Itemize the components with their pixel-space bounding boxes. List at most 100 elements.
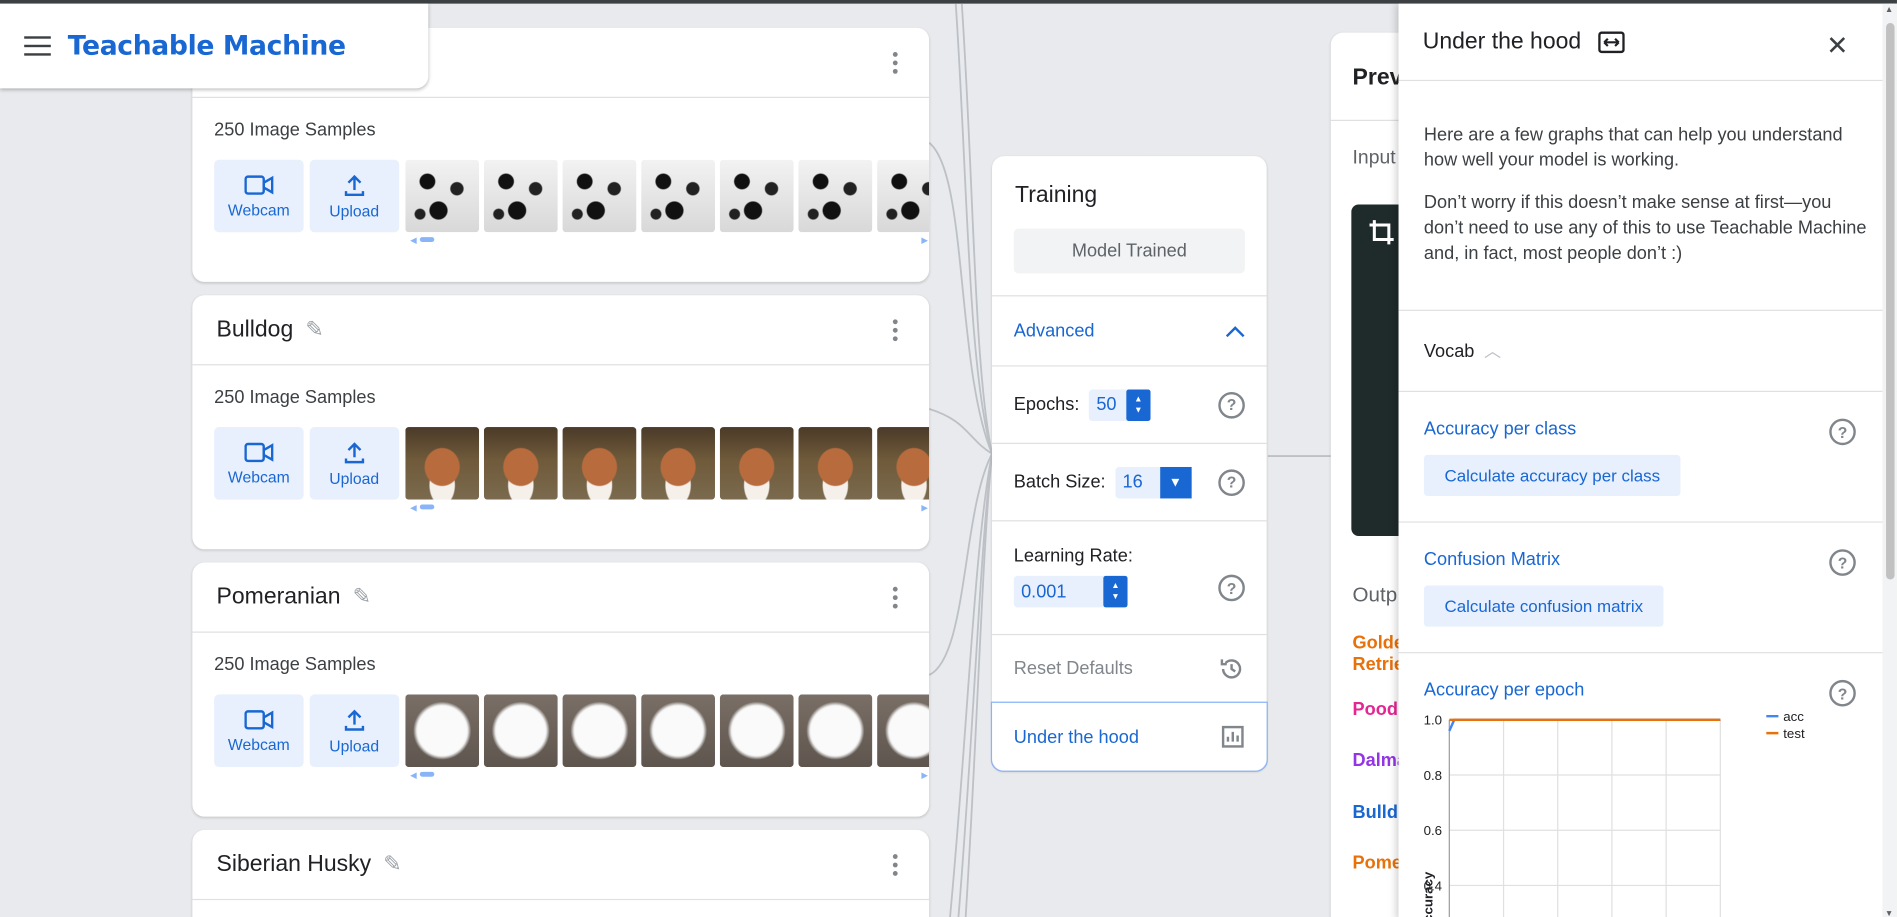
upload-icon: [344, 709, 364, 731]
sample-thumbnail[interactable]: [640, 159, 715, 233]
intro-text: Don’t worry if this doesn’t make sense a…: [1423, 192, 1867, 264]
stepper-arrows-icon[interactable]: ▲ ▼: [1103, 575, 1128, 608]
section-title: Accuracy per epoch: [1423, 679, 1585, 701]
help-icon[interactable]: ?: [1829, 418, 1856, 446]
calculate-confusion-button[interactable]: Calculate confusion matrix: [1423, 585, 1664, 627]
class-card: Pomeranian ✎ 250 Image Samples Webcam Up…: [192, 562, 930, 817]
sample-thumbnails: [404, 159, 930, 233]
calculate-accuracy-button[interactable]: Calculate accuracy per class: [1423, 454, 1681, 497]
sample-thumbnail[interactable]: [562, 427, 637, 500]
batch-size-select[interactable]: 16 ▼: [1115, 466, 1192, 498]
sample-thumbnail[interactable]: [798, 159, 872, 233]
history-icon: [1220, 658, 1242, 678]
accuracy-chart: 1.00.80.60.4Accuracyacctest: [1420, 709, 1805, 917]
webcam-button[interactable]: Webcam: [214, 427, 304, 500]
sample-thumbnail[interactable]: [640, 427, 715, 500]
learning-rate-value[interactable]: 0.001: [1014, 581, 1076, 602]
panel-scrollbar[interactable]: ▲ ▼: [1882, 3, 1897, 917]
webcam-button[interactable]: Webcam: [214, 694, 304, 768]
edit-pencil-icon[interactable]: ✎: [353, 584, 371, 609]
sample-thumbnail[interactable]: [719, 427, 794, 500]
sample-thumbnail[interactable]: [404, 694, 479, 768]
bar-chart-icon: [1221, 725, 1244, 748]
y-axis-label: Accuracy: [1420, 871, 1435, 917]
class-name[interactable]: Bulldog: [217, 316, 294, 343]
sample-thumbnail[interactable]: [876, 159, 930, 233]
close-icon[interactable]: ✕: [1826, 30, 1848, 61]
upload-button[interactable]: Upload: [309, 159, 399, 233]
expand-panel-icon[interactable]: [1598, 30, 1625, 53]
sample-thumbnail[interactable]: [640, 694, 715, 768]
sample-thumbnail[interactable]: [719, 694, 794, 768]
section-title: Accuracy per class: [1423, 418, 1577, 440]
sample-thumbnail[interactable]: [562, 694, 637, 768]
learning-rate-label: Learning Rate:: [1013, 545, 1133, 567]
help-icon[interactable]: ?: [1218, 468, 1245, 496]
sample-thumbnail[interactable]: [483, 427, 558, 500]
series-line-acc: [1448, 718, 1721, 732]
thumbnail-scrollbar[interactable]: ◀ ▶: [410, 771, 929, 780]
sample-thumbnail[interactable]: [404, 427, 479, 500]
more-options-icon[interactable]: [892, 52, 898, 74]
batch-size-row: Batch Size: 16 ▼ ?: [992, 442, 1267, 520]
webcam-button[interactable]: Webcam: [214, 159, 304, 233]
sample-thumbnail[interactable]: [798, 427, 872, 500]
sample-count: 250 Image Samples: [214, 654, 376, 676]
dropdown-arrow-icon[interactable]: ▼: [1159, 466, 1192, 498]
legend-entry: acc: [1783, 709, 1804, 724]
thumbnail-scrollbar[interactable]: ◀ ▶: [410, 236, 929, 246]
upload-button[interactable]: Upload: [309, 694, 399, 768]
stepper-arrows-icon[interactable]: ▲ ▼: [1126, 388, 1151, 421]
class-name[interactable]: Siberian Husky: [217, 851, 372, 878]
vocab-toggle[interactable]: Vocab ︿: [1398, 311, 1897, 392]
epochs-label: Epochs:: [1013, 394, 1080, 415]
learning-rate-row: Learning Rate: 0.001 ▲ ▼ ?: [992, 520, 1267, 634]
training-card: Training Model Trained Advanced Epochs: …: [990, 156, 1268, 772]
thumbnail-scrollbar[interactable]: ◀ ▶: [410, 503, 929, 513]
y-tick-label: 0.8: [1424, 768, 1443, 783]
epochs-value[interactable]: 50: [1089, 394, 1126, 415]
edit-pencil-icon[interactable]: ✎: [383, 852, 401, 877]
legend-entry: test: [1783, 726, 1805, 741]
train-model-button[interactable]: Model Trained: [1013, 228, 1245, 274]
sample-thumbnail[interactable]: [719, 159, 794, 233]
app-stage: Teachable Machine 250 Image Samples Webc…: [0, 0, 1897, 917]
class-name[interactable]: Pomeranian: [217, 584, 341, 611]
crop-icon[interactable]: [1368, 219, 1395, 246]
help-icon[interactable]: ?: [1218, 391, 1245, 418]
sample-thumbnail[interactable]: [798, 694, 872, 768]
epochs-stepper[interactable]: 50 ▲ ▼: [1089, 388, 1151, 421]
menu-icon[interactable]: [24, 36, 51, 56]
webcam-icon: [244, 709, 274, 729]
help-icon[interactable]: ?: [1218, 574, 1245, 602]
accuracy-per-epoch-section: Accuracy per epoch ? 1.0 0.8 0.6 0.4 Accurac…: [1399, 653, 1897, 917]
sample-thumbnail[interactable]: [483, 159, 558, 233]
advanced-toggle[interactable]: Advanced: [992, 295, 1267, 365]
chevron-up-icon: ︿: [1484, 341, 1502, 361]
output-class-label: Golde: [1352, 632, 1404, 654]
under-the-hood-button[interactable]: Under the hood: [990, 701, 1268, 772]
help-icon[interactable]: ?: [1829, 549, 1856, 576]
upload-icon: [344, 441, 364, 463]
class-card: Siberian Husky ✎: [192, 829, 930, 917]
section-title: Confusion Matrix: [1423, 549, 1561, 570]
reset-defaults-button[interactable]: Reset Defaults: [992, 633, 1267, 702]
upload-button[interactable]: Upload: [309, 427, 399, 500]
edit-pencil-icon[interactable]: ✎: [305, 317, 323, 342]
class-card-header: Siberian Husky ✎: [192, 830, 930, 901]
upload-icon: [344, 174, 364, 196]
sample-thumbnail[interactable]: [876, 694, 930, 768]
y-tick-label: 1.0: [1424, 713, 1443, 728]
sample-thumbnail[interactable]: [483, 694, 558, 768]
sample-thumbnail[interactable]: [562, 159, 637, 233]
output-class-label: Retrie: [1352, 654, 1405, 676]
batch-size-value[interactable]: 16: [1115, 472, 1159, 493]
more-options-icon[interactable]: [892, 319, 898, 342]
more-options-icon[interactable]: [892, 586, 898, 609]
sample-thumbnail[interactable]: [404, 159, 479, 233]
more-options-icon[interactable]: [892, 854, 898, 876]
output-class-label: Poodl: [1352, 699, 1403, 720]
sample-thumbnail[interactable]: [876, 427, 930, 500]
sample-thumbnails: [404, 427, 930, 500]
learning-rate-stepper[interactable]: 0.001 ▲ ▼: [1013, 575, 1128, 608]
